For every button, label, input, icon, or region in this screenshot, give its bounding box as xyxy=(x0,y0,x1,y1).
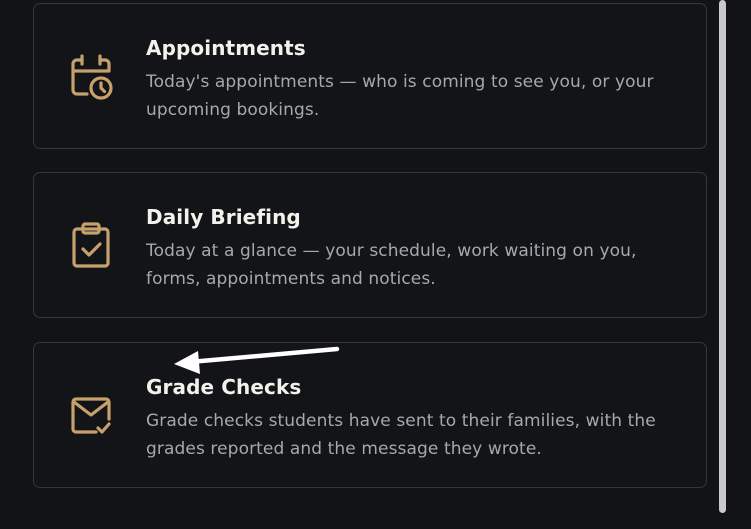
grade-checks-title: Grade Checks xyxy=(146,375,302,399)
grade-checks-card[interactable]: Grade Checks Grade checks students have … xyxy=(33,342,707,488)
daily-briefing-description: Today at a glance — your schedule, work … xyxy=(146,241,637,289)
clipboard-check-icon xyxy=(66,220,116,270)
daily-briefing-card[interactable]: Daily Briefing Today at a glance — your … xyxy=(33,172,707,318)
mail-check-icon xyxy=(66,390,116,440)
scrollbar-thumb[interactable] xyxy=(719,0,726,513)
daily-briefing-title: Daily Briefing xyxy=(146,205,301,229)
dashboard-page: Appointments Today's appointments — who … xyxy=(0,0,751,529)
vertical-scrollbar[interactable] xyxy=(716,0,730,529)
appointments-description: Today's appointments — who is coming to … xyxy=(146,72,654,120)
appointments-title: Appointments xyxy=(146,36,306,60)
grade-checks-description: Grade checks students have sent to their… xyxy=(146,411,656,459)
appointments-card[interactable]: Appointments Today's appointments — who … xyxy=(33,3,707,149)
calendar-clock-icon xyxy=(66,51,116,101)
